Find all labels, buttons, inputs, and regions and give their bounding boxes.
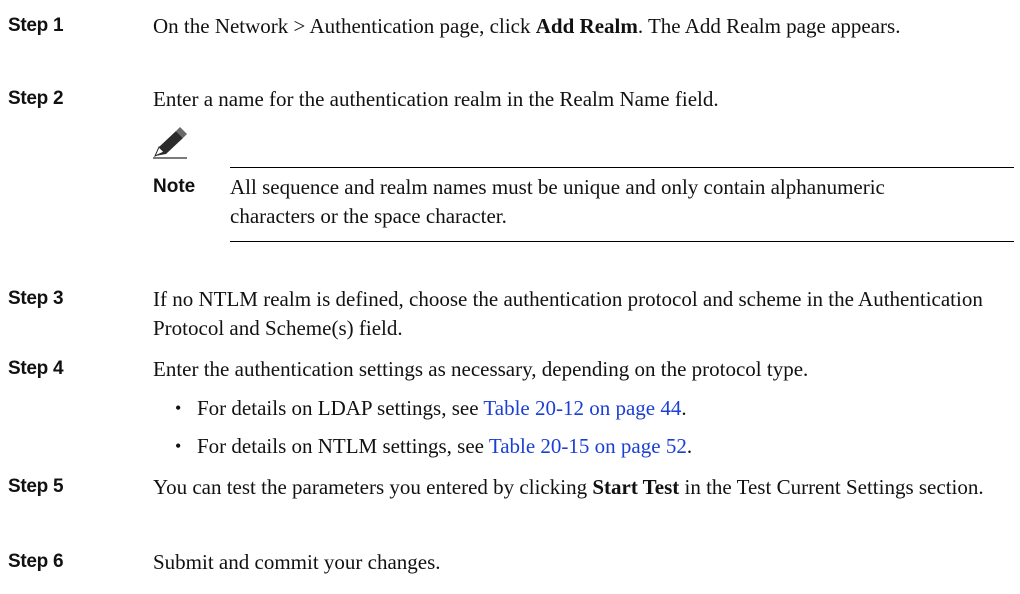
note-label: Note (153, 176, 196, 197)
step-4-label: Step 4 (8, 358, 64, 379)
step-3-text: If no NTLM realm is defined, choose the … (153, 287, 983, 340)
note-text: All sequence and realm names must be uni… (230, 175, 885, 228)
pencil-note-icon (153, 127, 187, 159)
step-6-label: Step 6 (8, 551, 64, 572)
table-20-15-link[interactable]: Table 20-15 on page 52 (489, 434, 687, 458)
note-bottom-rule (230, 241, 1014, 242)
step-3-label: Step 3 (8, 288, 64, 309)
note-top-rule (230, 167, 1014, 168)
step-1-text: On the Network > Authentication page, cl… (153, 14, 901, 38)
add-realm-emphasis: Add Realm (535, 14, 638, 38)
step-1-label: Step 1 (8, 15, 64, 36)
bullet-dot: • (175, 398, 182, 418)
step-2-text: Enter a name for the authentication real… (153, 87, 719, 111)
list-item: For details on LDAP settings, see Table … (197, 396, 687, 420)
start-test-emphasis: Start Test (592, 475, 680, 499)
step-5-text: You can test the parameters you entered … (153, 475, 984, 499)
bullet-dot: • (175, 436, 182, 456)
list-item: For details on NTLM settings, see Table … (197, 434, 693, 458)
step-5-label: Step 5 (8, 476, 64, 497)
step-6-text: Submit and commit your changes. (153, 550, 441, 574)
table-20-12-link[interactable]: Table 20-12 on page 44 (483, 396, 681, 420)
step-4-text: Enter the authentication settings as nec… (153, 357, 809, 381)
step-2-label: Step 2 (8, 88, 64, 109)
